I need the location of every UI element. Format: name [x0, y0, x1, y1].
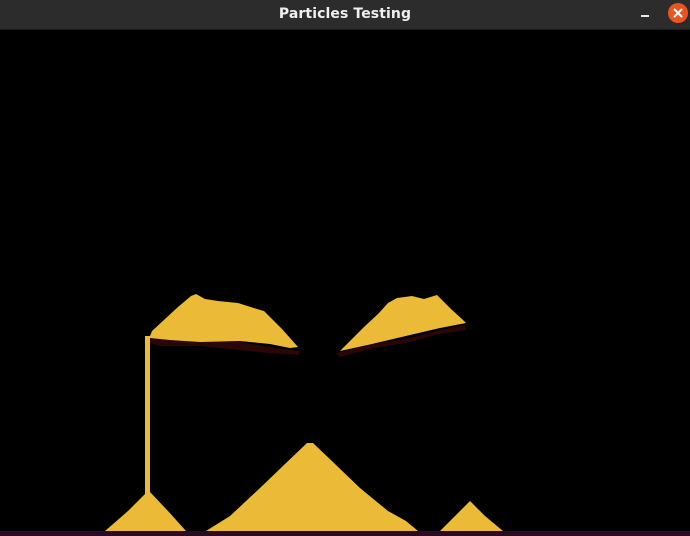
right-ground-pile	[440, 501, 503, 531]
minimize-icon	[641, 15, 649, 17]
left-platform-sand	[150, 294, 298, 348]
title-bar[interactable]: Particles Testing	[0, 0, 690, 30]
window-title: Particles Testing	[278, 6, 412, 22]
particle-scene	[0, 294, 690, 536]
ground-strip	[0, 531, 690, 536]
close-icon	[673, 8, 683, 18]
sand-stream	[145, 336, 150, 494]
close-button[interactable]	[668, 3, 688, 23]
left-ground-pile	[105, 492, 186, 531]
app-window: Particles Testing	[0, 0, 690, 536]
simulation-canvas[interactable]	[0, 31, 690, 536]
middle-ground-pile	[206, 443, 418, 531]
minimize-button[interactable]	[638, 7, 652, 21]
